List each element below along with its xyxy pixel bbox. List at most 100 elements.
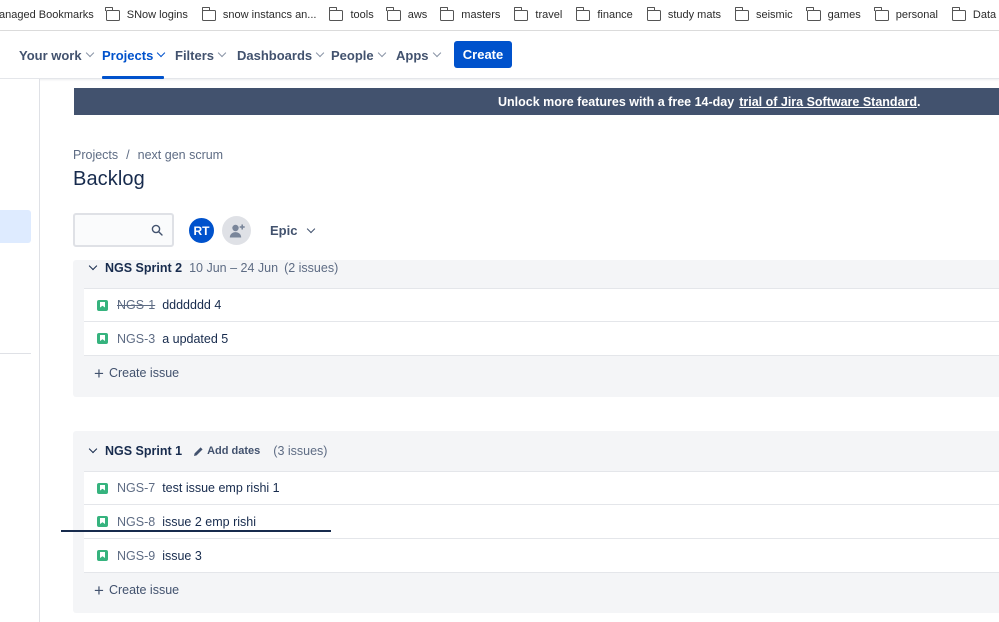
nav-people[interactable]: People (331, 31, 386, 79)
story-icon (97, 516, 108, 527)
issue-row[interactable]: NGS-1 ddddddd 4 (84, 288, 999, 322)
nav-projects[interactable]: Projects (102, 31, 166, 79)
drop-indicator (61, 530, 331, 532)
story-icon (97, 299, 108, 311)
create-issue-label: Create issue (108, 583, 180, 597)
folder-icon (514, 6, 529, 21)
bookmark-folder[interactable]: snow instancs an... (201, 0, 317, 30)
bookmark-folder[interactable]: seismic (734, 0, 793, 30)
add-people-button[interactable] (222, 216, 251, 245)
issue-key[interactable]: NGS-7 (117, 481, 155, 495)
nav-label: People (331, 47, 374, 63)
chevron-down-icon[interactable] (88, 261, 98, 271)
issue-summary: issue 2 emp rishi (162, 514, 256, 529)
create-issue-label: Create issue (108, 366, 180, 380)
breadcrumb-separator: / (126, 148, 130, 162)
folder-icon (646, 6, 661, 21)
chevron-down-icon (377, 48, 386, 58)
project-sidebar (0, 79, 40, 622)
nav-dashboards[interactable]: Dashboards (237, 31, 325, 79)
bookmark-folder[interactable]: SNow logins (105, 0, 188, 30)
plus-icon: + (94, 363, 104, 383)
breadcrumb-project-name[interactable]: next gen scrum (138, 148, 223, 162)
sprint-dates: 10 Jun – 24 Jun (189, 261, 279, 275)
chevron-down-icon (307, 224, 316, 233)
nav-label: Your work (19, 47, 82, 63)
add-dates-button[interactable]: Add dates (193, 445, 260, 457)
create-button[interactable]: Create (454, 41, 512, 68)
bookmark-label: seismic (756, 9, 793, 21)
upgrade-banner: Unlock more features with a free 14-day … (74, 88, 999, 115)
create-issue-button[interactable]: + Create issue (84, 573, 179, 607)
trial-link[interactable]: trial of Jira Software Standard (739, 95, 917, 109)
bookmark-folder[interactable]: aws (386, 0, 427, 30)
sprint-header[interactable]: NGS Sprint 1 Add dates (3 issues) (88, 441, 328, 461)
banner-suffix: . (917, 94, 921, 109)
bookmark-label: snow instancs an... (222, 9, 317, 21)
bookmark-folder[interactable]: games (806, 0, 861, 30)
sidebar-divider (0, 353, 31, 354)
issue-list: NGS-1 ddddddd 4 NGS-3 a updated 5 (84, 288, 999, 356)
chevron-down-icon (85, 48, 94, 58)
sprint-panel: NGS Sprint 1 Add dates (3 issues) NGS-7 … (73, 431, 999, 613)
folder-icon (105, 6, 120, 21)
bookmark-label: games (827, 9, 861, 21)
epic-filter-dropdown[interactable]: Epic (262, 216, 322, 245)
bookmark-folder[interactable]: finance (576, 0, 633, 30)
bookmark-label: study mats (667, 9, 721, 21)
nav-label: Projects (102, 47, 154, 63)
nav-your-work[interactable]: Your work (19, 31, 94, 79)
issue-key[interactable]: NGS-3 (117, 332, 155, 346)
issue-summary: issue 3 (162, 548, 202, 563)
add-dates-label: Add dates (207, 445, 261, 457)
breadcrumb: Projects / next gen scrum (73, 148, 223, 162)
search-input[interactable] (73, 213, 174, 247)
bookmark-managed[interactable]: anaged Bookmarks (0, 0, 94, 30)
issue-row[interactable]: NGS-8 issue 2 emp rishi (84, 505, 999, 539)
nav-label: Dashboards (237, 47, 313, 63)
issue-summary: a updated 5 (162, 331, 229, 346)
issue-list: NGS-7 test issue emp rishi 1 NGS-8 issue… (84, 471, 999, 573)
story-icon (97, 333, 108, 344)
plus-icon: + (94, 580, 104, 600)
bookmark-folder[interactable]: masters (439, 0, 500, 30)
bookmarks-bar: anaged Bookmarks SNow logins snow instan… (0, 0, 999, 31)
folder-icon (734, 6, 749, 21)
sprint-issue-count: (3 issues) (273, 444, 328, 458)
issue-key[interactable]: NGS-8 (117, 515, 155, 529)
chevron-down-icon[interactable] (88, 444, 98, 454)
folder-icon (329, 6, 344, 21)
issue-row[interactable]: NGS-9 issue 3 (84, 539, 999, 573)
nav-label: Filters (175, 47, 215, 63)
create-issue-button[interactable]: + Create issue (84, 356, 179, 390)
sprint-header[interactable]: NGS Sprint 2 10 Jun – 24 Jun (2 issues) (88, 258, 338, 278)
bookmark-folder[interactable]: travel (514, 0, 562, 30)
nav-apps[interactable]: Apps (396, 31, 441, 79)
bookmark-label: Data scien (972, 9, 999, 21)
bookmark-folder[interactable]: Data scien (951, 0, 999, 30)
issue-row[interactable]: NGS-3 a updated 5 (84, 322, 999, 356)
bookmark-folder[interactable]: tools (329, 0, 374, 30)
chevron-down-icon (315, 48, 325, 58)
sprint-panel: NGS Sprint 2 10 Jun – 24 Jun (2 issues) … (73, 260, 999, 397)
page-title: Backlog (73, 168, 145, 190)
issue-key[interactable]: NGS-9 (117, 549, 155, 563)
bookmark-label: personal (895, 9, 938, 21)
breadcrumb-projects[interactable]: Projects (73, 148, 118, 162)
top-navigation: Your work Projects Filters Dashboards Pe… (0, 31, 999, 79)
chevron-down-icon (217, 48, 227, 58)
folder-icon (576, 6, 591, 21)
folder-icon (951, 6, 966, 21)
avatar[interactable]: RT (187, 216, 216, 245)
nav-filters[interactable]: Filters (175, 31, 227, 79)
issue-row[interactable]: NGS-7 test issue emp rishi 1 (84, 471, 999, 505)
bookmark-label: SNow logins (126, 9, 188, 21)
folder-icon (874, 6, 889, 21)
folder-icon (806, 6, 821, 21)
bookmark-folder[interactable]: personal (874, 0, 938, 30)
bookmark-label: finance (597, 9, 633, 21)
sidebar-item-backlog[interactable] (0, 210, 31, 243)
sprint-name: NGS Sprint 1 (105, 444, 183, 458)
bookmark-folder[interactable]: study mats (646, 0, 721, 30)
issue-key[interactable]: NGS-1 (117, 298, 155, 312)
